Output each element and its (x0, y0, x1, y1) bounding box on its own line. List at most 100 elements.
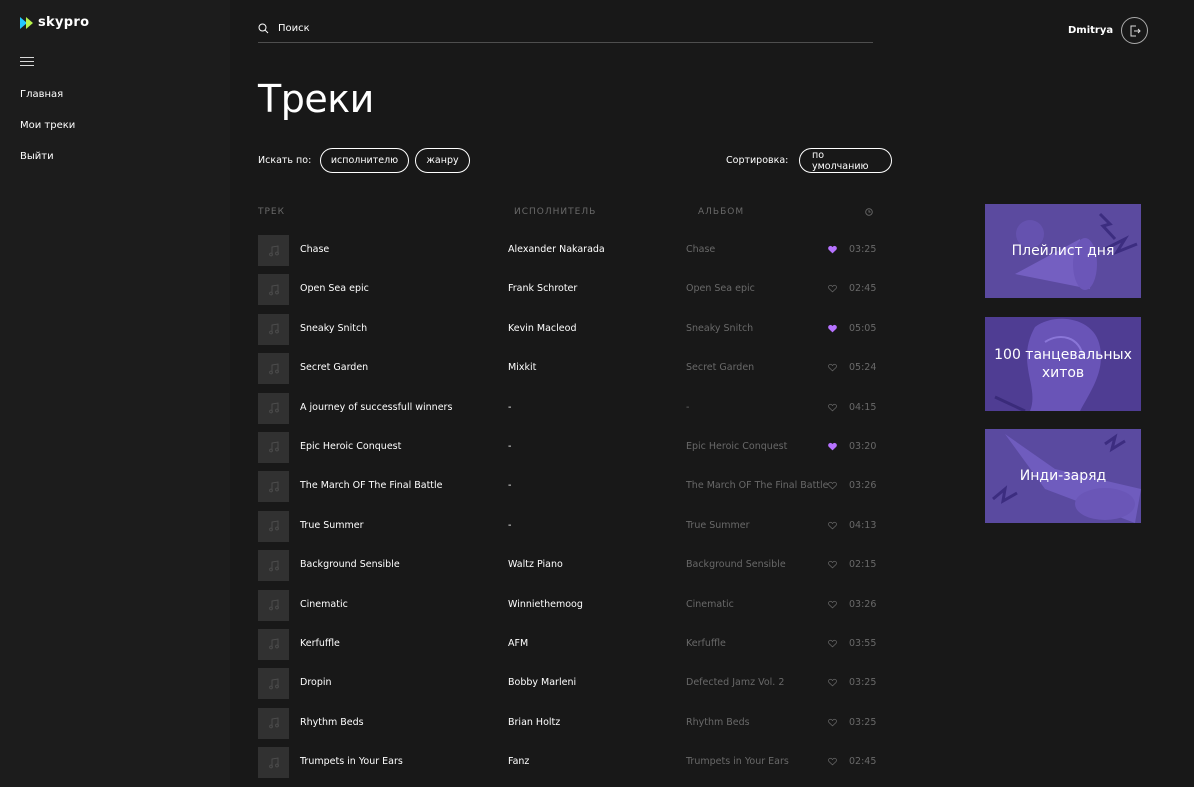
track-artist[interactable]: - (508, 441, 511, 452)
heart-filled-icon[interactable] (828, 324, 837, 333)
track-row[interactable]: Cinematic Winniethemoog Cinematic 03:26 (258, 589, 876, 629)
track-artist[interactable]: Mixkit (508, 362, 536, 373)
track-title[interactable]: Chase (300, 244, 329, 255)
track-artist[interactable]: Alexander Nakarada (508, 244, 605, 255)
track-title[interactable]: Sneaky Snitch (300, 323, 367, 334)
music-note-icon (268, 717, 279, 729)
music-note-icon (268, 402, 279, 414)
heart-icon[interactable] (828, 363, 837, 372)
track-album[interactable]: Trumpets in Your Ears (686, 756, 789, 767)
track-title[interactable]: Rhythm Beds (300, 717, 364, 728)
track-album[interactable]: Sneaky Snitch (686, 323, 753, 334)
track-row[interactable]: Open Sea epic Frank Schroter Open Sea epic… (258, 274, 876, 313)
filter-genre-button[interactable]: жанру (415, 148, 470, 173)
track-row[interactable]: Rhythm Beds Brian Holtz Rhythm Beds 03:25 (258, 707, 876, 747)
track-cover (258, 510, 289, 542)
filter-artist-button[interactable]: исполнителю (320, 148, 409, 173)
track-artist[interactable]: - (508, 480, 511, 491)
playlist-card-dance-hits[interactable]: 100 танцевальных хитов (985, 317, 1141, 411)
track-album[interactable]: Open Sea epic (686, 283, 755, 294)
track-album[interactable]: Chase (686, 244, 715, 255)
music-note-icon (268, 323, 279, 335)
track-title[interactable]: A journey of successfull winners (300, 402, 452, 413)
track-row[interactable]: Secret Garden Mixkit Secret Garden 05:24 (258, 353, 876, 392)
track-duration: 04:15 (849, 401, 877, 413)
search-input[interactable] (278, 22, 838, 34)
sidebar-item-logout[interactable]: Выйти (20, 151, 75, 182)
heart-icon[interactable] (828, 678, 837, 687)
playlist-label: Плейлист дня (1011, 243, 1115, 259)
playlist-label: Инди-заряд (1019, 468, 1107, 484)
track-duration: 03:25 (849, 244, 877, 255)
logout-button[interactable] (1121, 17, 1149, 44)
heart-filled-icon[interactable] (828, 442, 837, 451)
track-row[interactable]: Kerfuffle AFM Kerfuffle 03:55 (258, 628, 876, 668)
heart-icon[interactable] (828, 284, 837, 293)
playlist-card-daily[interactable]: Плейлист дня (985, 204, 1141, 298)
track-album[interactable]: Background Sensible (686, 559, 786, 570)
sort-label: Сортировка: (726, 155, 789, 166)
track-row[interactable]: Sneaky Snitch Kevin Macleod Sneaky Snitch 0… (258, 313, 876, 353)
track-album[interactable]: Defected Jamz Vol. 2 (686, 677, 784, 688)
track-title[interactable]: Epic Heroic Conquest (300, 441, 401, 452)
heart-icon[interactable] (828, 560, 837, 569)
track-row[interactable]: Chase Alexander Nakarada Chase 03:25 (258, 235, 877, 274)
track-title[interactable]: Trumpets in Your Ears (300, 756, 403, 767)
track-artist[interactable]: Kevin Macleod (508, 323, 576, 334)
heart-filled-icon[interactable] (828, 245, 837, 254)
track-album[interactable]: - (686, 402, 689, 413)
track-row[interactable]: True Summer - True Summer 04:13 (258, 510, 876, 550)
track-album[interactable]: The March OF The Final Battle (686, 480, 829, 491)
track-cover (258, 313, 289, 345)
track-title[interactable]: Open Sea epic (300, 283, 369, 294)
track-artist[interactable]: Bobby Marleni (508, 677, 576, 688)
heart-icon[interactable] (828, 403, 837, 412)
track-album[interactable]: True Summer (686, 520, 750, 531)
heart-icon[interactable] (828, 718, 837, 727)
heart-icon[interactable] (828, 521, 837, 530)
logo[interactable]: skypro (20, 15, 89, 30)
track-row[interactable]: The March OF The Final Battle - The March … (258, 471, 876, 510)
track-row[interactable]: Dropin Bobby Marleni Defected Jamz Vol. 2 0… (258, 668, 876, 707)
track-album[interactable]: Cinematic (686, 599, 734, 610)
music-note-icon (268, 678, 279, 690)
track-artist[interactable]: AFM (508, 638, 528, 649)
track-title[interactable]: True Summer (300, 520, 364, 531)
track-artist[interactable]: Winniethemoog (508, 599, 583, 610)
track-artist[interactable]: Waltz Piano (508, 559, 563, 570)
track-title[interactable]: Kerfuffle (300, 638, 340, 649)
track-album[interactable]: Kerfuffle (686, 638, 726, 649)
menu-burger-icon[interactable] (20, 57, 34, 66)
track-artist[interactable]: Brian Holtz (508, 717, 560, 728)
track-row[interactable]: Background Sensible Waltz Piano Background… (258, 550, 876, 589)
track-artist[interactable]: Frank Schroter (508, 283, 577, 294)
brand-name: skypro (38, 15, 90, 30)
track-row[interactable]: Epic Heroic Conquest - Epic Heroic Conques… (258, 431, 876, 471)
track-title[interactable]: The March OF The Final Battle (300, 480, 443, 491)
track-artist[interactable]: - (508, 520, 511, 531)
track-album[interactable]: Rhythm Beds (686, 717, 750, 728)
track-title[interactable]: Cinematic (300, 599, 348, 610)
track-cover (258, 392, 289, 424)
user-block: Dmitrya (1068, 17, 1149, 44)
track-artist[interactable]: Fanz (508, 756, 529, 767)
playlist-card-indie[interactable]: Инди-заряд (985, 429, 1141, 523)
music-note-icon (268, 638, 279, 650)
track-album[interactable]: Secret Garden (686, 362, 754, 373)
track-artist[interactable]: - (508, 402, 511, 413)
heart-icon[interactable] (828, 600, 837, 609)
track-title[interactable]: Background Sensible (300, 559, 400, 570)
track-title[interactable]: Secret Garden (300, 362, 368, 373)
heart-icon[interactable] (828, 639, 837, 648)
sidebar-item-home[interactable]: Главная (20, 89, 75, 120)
track-row[interactable]: A journey of successfull winners - - 04:15 (258, 392, 877, 432)
heart-icon[interactable] (828, 757, 837, 766)
track-row[interactable]: Trumpets in Your Ears Fanz Trumpets in You… (258, 747, 876, 786)
sidebar-item-my-tracks[interactable]: Мои треки (20, 120, 75, 151)
sort-button[interactable]: по умолчанию (799, 148, 892, 173)
track-album[interactable]: Epic Heroic Conquest (686, 441, 787, 452)
filter-row: Искать по: исполнителю жанру Сортировка:… (258, 148, 893, 174)
track-title[interactable]: Dropin (300, 677, 332, 688)
heart-icon[interactable] (828, 481, 837, 490)
logout-icon (1130, 25, 1141, 36)
